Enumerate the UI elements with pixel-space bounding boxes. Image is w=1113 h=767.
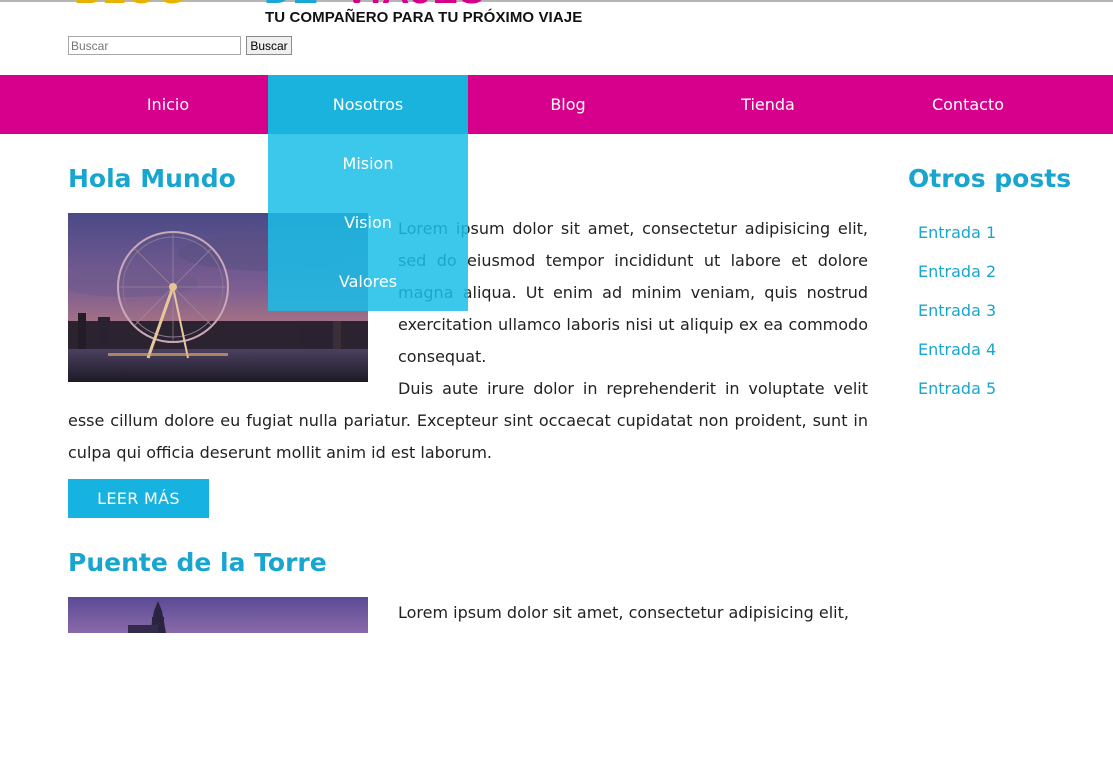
search-input[interactable]	[68, 36, 241, 55]
nosotros-dropdown-menu: Mision Vision Valores	[268, 134, 468, 311]
sidebar-link-entrada-1[interactable]: Entrada 1	[918, 223, 996, 242]
post-paragraph: Duis aute irure dolor in reprehenderit i…	[68, 379, 868, 462]
post-body: Lorem ipsum dolor sit amet, consectetur …	[68, 597, 868, 767]
dropdown-item-valores[interactable]: Valores	[268, 252, 468, 311]
sidebar-link-entrada-2[interactable]: Entrada 2	[918, 262, 996, 281]
nav-item-tienda[interactable]: Tienda	[668, 75, 868, 134]
sidebar-link-entrada-5[interactable]: Entrada 5	[918, 379, 996, 398]
logo-part-2: DE	[264, 0, 319, 8]
logo-part-1: BLOG	[74, 0, 188, 8]
post-title[interactable]: Hola Mundo	[68, 164, 236, 193]
nav-item-inicio[interactable]: Inicio	[68, 75, 268, 134]
sidebar-title: Otros posts	[908, 164, 1072, 193]
sidebar-link-entrada-4[interactable]: Entrada 4	[918, 340, 996, 359]
dropdown-item-mision[interactable]: Mision	[268, 134, 468, 193]
sidebar-link-entrada-3[interactable]: Entrada 3	[918, 301, 996, 320]
nav-item-nosotros[interactable]: Nosotros	[268, 75, 468, 134]
post-title[interactable]: Puente de la Torre	[68, 548, 327, 577]
main-nav: Inicio Nosotros Blog Tienda Contacto	[0, 75, 1113, 134]
nav-item-contacto[interactable]: Contacto	[868, 75, 1068, 134]
read-more-button[interactable]: LEER MÁS	[68, 479, 209, 518]
dropdown-item-vision[interactable]: Vision	[268, 193, 468, 252]
nav-item-blog[interactable]: Blog	[468, 75, 668, 134]
search-button[interactable]: Buscar	[246, 36, 292, 55]
post-body: Lorem ipsum dolor sit amet, consectetur …	[68, 213, 868, 469]
site-tagline: TU COMPAÑERO PARA TU PRÓXIMO VIAJE	[265, 9, 583, 26]
logo-part-3: VIAJES	[344, 0, 485, 8]
site-logo[interactable]: BLOG DE VIAJES	[68, 0, 588, 8]
